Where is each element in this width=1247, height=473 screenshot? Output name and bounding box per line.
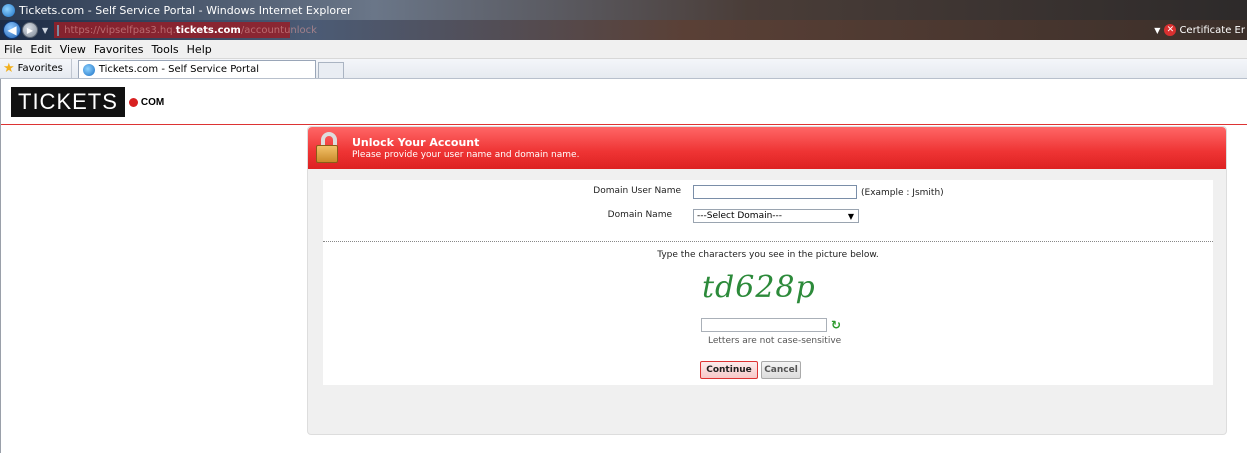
- favorites-button[interactable]: ★ Favorites: [0, 59, 72, 78]
- history-dropdown-icon[interactable]: ▼: [42, 26, 48, 35]
- domain-user-name-label: Domain User Name: [593, 186, 681, 196]
- domain-selected-value: ---Select Domain---: [697, 211, 783, 221]
- arrow-left-icon: ◀: [7, 23, 17, 37]
- continue-button[interactable]: Continue: [700, 361, 758, 379]
- domain-user-name-input[interactable]: [693, 185, 857, 199]
- ie-logo-icon: [2, 3, 15, 17]
- cancel-button[interactable]: Cancel: [761, 361, 801, 379]
- refresh-captcha-icon[interactable]: ↻: [831, 318, 841, 332]
- form-divider: [323, 241, 1213, 242]
- address-bar: ◀ ▶ ▼ https://vipselfpas3.hq. tickets.com…: [0, 20, 1247, 40]
- ie-logo-icon: [82, 63, 95, 76]
- logo-main: TICKETS: [11, 87, 125, 117]
- new-tab-button[interactable]: [317, 62, 344, 78]
- certificate-error-label: Certificate Er: [1179, 24, 1245, 36]
- forward-button[interactable]: ▶: [22, 22, 38, 38]
- form-area: Domain User Name (Example : Jsmith) Doma…: [323, 180, 1213, 385]
- menu-favorites[interactable]: Favorites: [90, 43, 148, 56]
- logo-dot-icon: [128, 97, 138, 107]
- chevron-down-icon: ▼: [1154, 25, 1161, 35]
- menu-bar: File Edit View Favorites Tools Help: [0, 40, 1247, 59]
- logo-suffix: COM: [140, 96, 165, 108]
- window-title-bar: Tickets.com - Self Service Portal - Wind…: [0, 0, 1247, 20]
- menu-edit[interactable]: Edit: [26, 43, 55, 56]
- back-button[interactable]: ◀: [3, 21, 21, 39]
- chevron-down-icon: ▼: [847, 212, 854, 221]
- url-host: tickets.com: [175, 24, 241, 36]
- menu-tools[interactable]: Tools: [148, 43, 183, 56]
- menu-view[interactable]: View: [56, 43, 90, 56]
- user-name-hint: (Example : Jsmith): [861, 188, 944, 198]
- unlock-padlock-icon: [316, 132, 342, 164]
- menu-help[interactable]: Help: [183, 43, 216, 56]
- captcha-input[interactable]: [701, 318, 827, 332]
- url-input[interactable]: https://vipselfpas3.hq. tickets.com/accou…: [54, 22, 317, 38]
- page-icon: [57, 24, 60, 36]
- arrow-right-icon: ▶: [26, 25, 34, 35]
- tickets-logo[interactable]: TICKETS COM: [11, 87, 164, 117]
- url-prefix: https://vipselfpas3.hq.: [64, 24, 176, 36]
- domain-name-select[interactable]: ---Select Domain--- ▼: [693, 209, 859, 223]
- tab-title: Tickets.com - Self Service Portal: [98, 64, 259, 75]
- domain-name-label: Domain Name: [607, 210, 672, 220]
- favorites-bar: ★ Favorites Tickets.com - Self Service P…: [0, 59, 1247, 79]
- certificate-error[interactable]: ▼ ✕ Certificate Er: [1154, 20, 1245, 40]
- unlock-panel: Unlock Your Account Please provide your …: [307, 126, 1227, 435]
- menu-file[interactable]: File: [0, 43, 26, 56]
- window-title: Tickets.com - Self Service Portal - Wind…: [19, 3, 352, 17]
- url-path: /accountunlock: [240, 24, 317, 36]
- site-header: TICKETS COM: [1, 79, 1247, 125]
- captcha-instruction: Type the characters you see in the pictu…: [657, 250, 879, 260]
- captcha-image: td628p: [702, 270, 816, 305]
- favorites-label: Favorites: [17, 63, 63, 74]
- page-content: TICKETS COM Unlock Your Account Please p…: [0, 79, 1247, 453]
- certificate-error-icon: ✕: [1164, 24, 1177, 36]
- star-icon: ★: [3, 61, 15, 76]
- panel-header: Unlock Your Account Please provide your …: [308, 127, 1226, 169]
- panel-title: Unlock Your Account: [352, 136, 480, 149]
- captcha-note: Letters are not case-sensitive: [708, 336, 842, 346]
- tab-self-service-portal[interactable]: Tickets.com - Self Service Portal: [77, 60, 316, 78]
- panel-subtitle: Please provide your user name and domain…: [352, 150, 580, 160]
